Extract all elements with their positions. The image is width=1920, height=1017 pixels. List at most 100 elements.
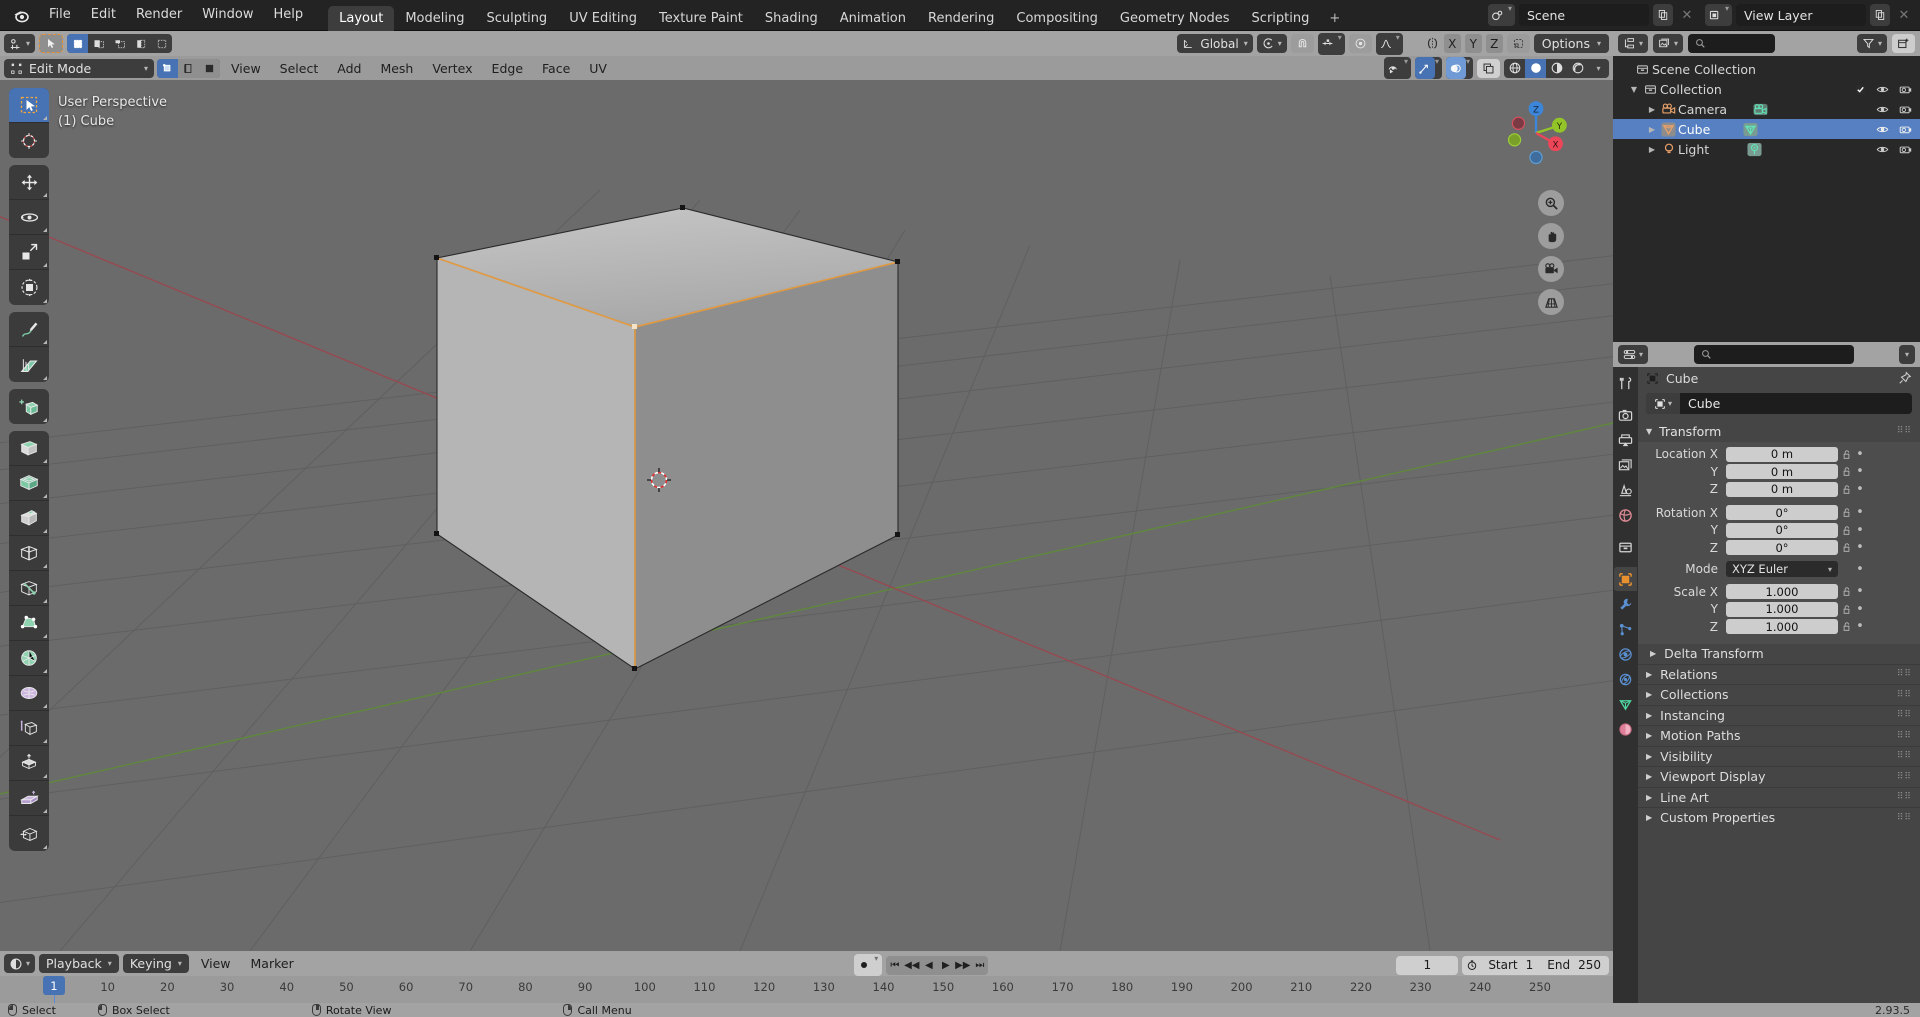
chevron-right-icon[interactable]: ▶	[1646, 731, 1652, 740]
animate-property-dot[interactable]: •	[1854, 447, 1866, 462]
zoom-button[interactable]	[1538, 190, 1564, 216]
outliner-filter-id-dropdown[interactable]: ▾	[1653, 34, 1684, 53]
eye-icon[interactable]	[1876, 143, 1889, 156]
rotation-mode-dropdown[interactable]: XYZ Euler ▾	[1726, 561, 1838, 577]
measure-tool[interactable]	[9, 347, 49, 382]
unlock-icon[interactable]	[1838, 525, 1854, 536]
animate-property-dot[interactable]: •	[1854, 523, 1866, 538]
viewport-menu-face[interactable]: Face	[534, 59, 578, 78]
tab-shading[interactable]: Shading	[754, 6, 829, 32]
sub-panel-visibility[interactable]: ▶ Visibility ⠿⠿	[1638, 747, 1920, 767]
proportional-editing-toggle[interactable]	[1348, 34, 1372, 53]
object-square-icon[interactable]: ▾	[1646, 393, 1680, 414]
tab-geometry-nodes[interactable]: Geometry Nodes	[1109, 6, 1241, 32]
chevron-down-icon[interactable]: ▼	[1627, 85, 1641, 94]
editor-type-button[interactable]: ▾	[4, 34, 36, 53]
active-tool-button[interactable]	[39, 34, 64, 53]
mirror-axis-y[interactable]: Y	[1464, 34, 1482, 53]
properties-tab-view-layer[interactable]	[1614, 453, 1637, 477]
menu-file[interactable]: File	[40, 4, 80, 26]
transform-row-value[interactable]: 1.000	[1726, 619, 1838, 634]
object-visibility-dropdown[interactable]: ▾	[1383, 57, 1411, 79]
shading-rendered-icon[interactable]	[1567, 59, 1588, 78]
transform-row-value[interactable]: 0 m	[1726, 481, 1838, 497]
timeline-menu-marker[interactable]: Marker	[243, 954, 302, 973]
options-dropdown[interactable]: Options ▾	[1533, 34, 1609, 53]
menu-window[interactable]: Window	[193, 4, 262, 26]
light-data-icon[interactable]	[1745, 142, 1764, 157]
scene-selector[interactable]: ▾	[1487, 4, 1515, 26]
chevron-right-icon[interactable]: ▶	[1646, 793, 1652, 802]
transform-row-value[interactable]: 0°	[1726, 522, 1838, 538]
drag-handle-icon[interactable]: ⠿⠿	[1897, 772, 1912, 782]
tab-uv-editing[interactable]: UV Editing	[558, 6, 648, 32]
sub-panel-relations[interactable]: ▶ Relations ⠿⠿	[1638, 665, 1920, 685]
camera-view-button[interactable]	[1538, 256, 1564, 282]
loop-cut-tool[interactable]	[9, 536, 49, 571]
new-scene-button[interactable]	[1652, 4, 1673, 26]
proportional-falloff-dropdown[interactable]: ▾	[1375, 32, 1403, 55]
chevron-right-icon[interactable]: ▶	[1646, 772, 1652, 781]
viewport-menu-add[interactable]: Add	[329, 59, 369, 78]
properties-tab-particles[interactable]	[1614, 617, 1637, 641]
animate-property-dot[interactable]: •	[1854, 482, 1866, 497]
transform-panel-header[interactable]: ▼ Transform ⠿⠿	[1638, 420, 1920, 442]
chevron-right-icon[interactable]: ▶	[1650, 649, 1656, 658]
chevron-down-icon[interactable]: ▾	[1725, 4, 1732, 26]
chevron-right-icon[interactable]: ▶	[1645, 145, 1659, 154]
chevron-down-icon[interactable]: ▼	[1646, 427, 1652, 436]
chevron-down-icon[interactable]: ▾	[1905, 350, 1909, 359]
smooth-tool[interactable]	[9, 676, 49, 711]
collection-checkbox[interactable]	[1855, 84, 1866, 95]
drag-handle-icon[interactable]: ⠿⠿	[1897, 426, 1912, 436]
topology-mirror-button[interactable]	[1506, 34, 1530, 53]
view-layer-selector[interactable]: ▾	[1704, 4, 1732, 26]
timeline-playhead[interactable]: 1	[42, 976, 65, 995]
unlock-icon[interactable]	[1838, 542, 1854, 553]
viewport-menu-view[interactable]: View	[223, 59, 269, 78]
properties-tab-render[interactable]	[1614, 403, 1637, 427]
scene-name-field[interactable]: Scene	[1518, 4, 1649, 26]
timeline-ruler[interactable]: 1 10 20 30 40 50 60 70 80 90 100 110 120 130 140 150 16…	[0, 976, 1613, 1003]
properties-tab-modifiers[interactable]	[1614, 592, 1637, 616]
vertex-select-icon[interactable]	[157, 58, 178, 78]
overlays-icon[interactable]	[1445, 57, 1466, 79]
remove-view-layer-button[interactable]: ✕	[1894, 4, 1914, 26]
properties-tab-tool[interactable]	[1614, 371, 1637, 395]
chevron-right-icon[interactable]: ▶	[1646, 813, 1652, 822]
select-subtract-icon[interactable]	[109, 34, 130, 53]
toggle-projection-button[interactable]	[1538, 289, 1564, 315]
pin-icon[interactable]	[1898, 371, 1912, 385]
next-keyframe-button[interactable]: ▶▶	[954, 956, 971, 975]
object-visibility-icon[interactable]	[1384, 57, 1404, 79]
animate-property-dot[interactable]: •	[1854, 562, 1866, 577]
play-reverse-button[interactable]: ◀	[920, 956, 937, 975]
shading-dropdown-caret[interactable]: ▾	[1588, 59, 1609, 78]
new-collection-button[interactable]	[1892, 34, 1916, 53]
inset-faces-tool[interactable]	[9, 466, 49, 501]
view-layer-icon[interactable]	[1704, 4, 1725, 26]
sub-panel-viewport-display[interactable]: ▶ Viewport Display ⠿⠿	[1638, 767, 1920, 787]
new-view-layer-button[interactable]	[1870, 4, 1890, 26]
gizmo-dropdown[interactable]: ▾	[1414, 57, 1442, 79]
animate-property-dot[interactable]: •	[1854, 584, 1866, 599]
outliner-row-camera[interactable]: ▶ Camera	[1613, 99, 1920, 119]
drag-handle-icon[interactable]: ⠿⠿	[1897, 690, 1912, 700]
tab-layout[interactable]: Layout	[328, 6, 395, 32]
snap-toggle-button[interactable]	[1290, 34, 1314, 53]
transform-row-value[interactable]: 1.000	[1726, 584, 1838, 599]
animate-property-dot[interactable]: •	[1854, 540, 1866, 555]
add-workspace-button[interactable]: +	[1320, 6, 1349, 32]
proportional-falloff-icon[interactable]	[1376, 33, 1396, 55]
view-axis-gizmo[interactable]: Z Y X	[1497, 94, 1575, 172]
camera-render-icon[interactable]	[1899, 83, 1912, 96]
tab-compositing[interactable]: Compositing	[1005, 6, 1109, 32]
drag-handle-icon[interactable]: ⠿⠿	[1897, 792, 1912, 802]
properties-tab-output[interactable]	[1614, 428, 1637, 452]
tab-modeling[interactable]: Modeling	[394, 6, 475, 32]
shading-material-icon[interactable]	[1546, 59, 1567, 78]
animate-property-dot[interactable]: •	[1854, 505, 1866, 520]
chevron-right-icon[interactable]: ▶	[1645, 105, 1659, 114]
timeline-menu-playback[interactable]: Playback ▾	[39, 954, 119, 973]
jump-to-start-button[interactable]: ⏮	[886, 956, 903, 975]
